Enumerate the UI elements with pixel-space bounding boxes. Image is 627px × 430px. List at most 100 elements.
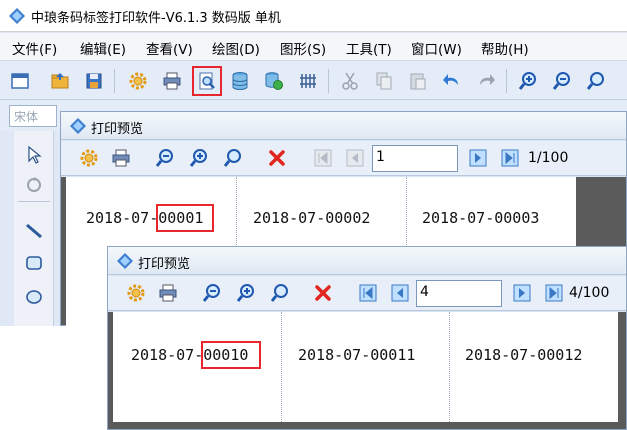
preview-close-button[interactable] [265,146,289,170]
save-button[interactable] [80,67,108,95]
preview-zoom-fit-button[interactable] [268,281,292,305]
app-logo-icon [117,253,133,269]
close-icon [315,285,331,301]
paste-icon [410,73,426,90]
preview-close-button[interactable] [311,281,335,305]
copy-button[interactable] [370,67,398,95]
barcode-grid-icon [300,74,316,88]
barcode-grid-button[interactable] [294,67,322,95]
last-page-icon [501,149,519,167]
print-preview-window-2: 打印预览 4 4/100 2018-07-00010 2018-07-00011… [107,246,627,430]
menu-edit[interactable]: 编辑(E) [80,38,126,58]
first-page-button[interactable] [356,281,380,305]
first-page-icon [359,284,377,302]
preview-settings-button[interactable] [124,281,148,305]
zoom-out-button[interactable] [548,67,576,95]
new-window-icon [11,73,29,89]
label-column-separator [449,312,450,422]
app-logo-icon [9,8,25,24]
database-settings-icon [265,72,283,90]
zoom-fit-icon [586,72,604,90]
printer-icon [159,284,177,302]
zoom-fit-button[interactable] [582,67,610,95]
close-icon [269,150,285,166]
menu-draw[interactable]: 绘图(D) [212,38,260,58]
database-icon [232,72,248,90]
preview-zoom-in-button[interactable] [187,146,211,170]
print-button[interactable] [158,67,186,95]
label-serial-3: 2018-07-00012 [465,346,583,364]
last-page-button[interactable] [498,146,522,170]
menu-file[interactable]: 文件(F) [12,38,57,58]
next-page-icon [513,284,531,302]
preview-zoom-out-button[interactable] [200,281,224,305]
menu-shape[interactable]: 图形(S) [280,38,326,58]
last-page-button[interactable] [542,281,566,305]
line-tool-button[interactable] [20,217,48,245]
menu-window[interactable]: 窗口(W) [411,38,462,58]
prev-page-button[interactable] [343,146,367,170]
cut-button[interactable] [336,67,364,95]
menu-tools[interactable]: 工具(T) [346,38,392,58]
preview-settings-button[interactable] [77,146,101,170]
next-page-button[interactable] [466,146,490,170]
rotate-tool-button[interactable] [20,171,48,199]
preview-toolbar: 4 4/100 [108,276,626,311]
zoom-in-icon [236,284,254,302]
title-bar: 中琅条码标签打印软件-V6.1.3 数码版 单机 [0,0,627,32]
first-page-button[interactable] [311,146,335,170]
prev-page-button[interactable] [388,281,412,305]
copy-icon [376,72,392,90]
print-preview-button[interactable] [192,66,222,96]
page-count: 1/100 [528,150,569,166]
undo-icon [443,74,458,85]
preview-zoom-out-button[interactable] [153,146,177,170]
rounded-rect-tool-button[interactable] [20,249,48,277]
preview-print-button[interactable] [109,146,133,170]
preview-title: 打印预览 [91,122,144,137]
menu-view[interactable]: 查看(V) [146,38,193,58]
next-page-icon [469,149,487,167]
sidebar-separator [18,201,50,202]
serial-highlight-box [156,204,214,232]
prev-page-icon [346,149,364,167]
zoom-in-button[interactable] [514,67,542,95]
font-family-select[interactable]: 宋体 [9,105,57,127]
app-logo-icon [70,118,86,134]
preview-toolbar: 1 1/100 [61,141,626,176]
preview-zoom-in-button[interactable] [234,281,258,305]
last-page-icon [545,284,563,302]
print-preview-icon [199,72,215,90]
label-serial-2: 2018-07-00002 [253,209,371,227]
preview-canvas: 2018-07-00010 2018-07-00011 2018-07-0001… [108,312,626,429]
label-serial-3: 2018-07-00003 [422,209,540,227]
preview-title-bar: 打印预览 [61,112,626,140]
zoom-out-icon [202,284,220,302]
page-number-input[interactable]: 4 [416,280,502,307]
toolbar-separator [506,69,507,93]
open-button[interactable] [46,67,74,95]
redo-button[interactable] [472,67,500,95]
undo-button[interactable] [438,67,466,95]
select-tool-button[interactable] [20,141,48,169]
pointer-icon [28,145,42,164]
settings-icon [80,149,98,167]
next-page-button[interactable] [510,281,534,305]
paste-button[interactable] [404,67,432,95]
rotate-icon [27,177,41,192]
ellipse-tool-button[interactable] [20,283,48,311]
settings-icon [127,284,145,302]
preview-print-button[interactable] [156,281,180,305]
menu-help[interactable]: 帮助(H) [481,38,529,58]
settings-button[interactable] [124,67,152,95]
new-window-button[interactable] [6,67,34,95]
preview-zoom-fit-button[interactable] [221,146,245,170]
page-count: 4/100 [569,285,610,301]
database-settings-button[interactable] [260,67,288,95]
prev-page-icon [391,284,409,302]
app-title: 中琅条码标签打印软件-V6.1.3 数码版 单机 [31,11,281,26]
line-icon [26,223,42,239]
preview-title-bar: 打印预览 [108,247,626,275]
database-button[interactable] [226,67,254,95]
page-number-input[interactable]: 1 [372,145,458,172]
